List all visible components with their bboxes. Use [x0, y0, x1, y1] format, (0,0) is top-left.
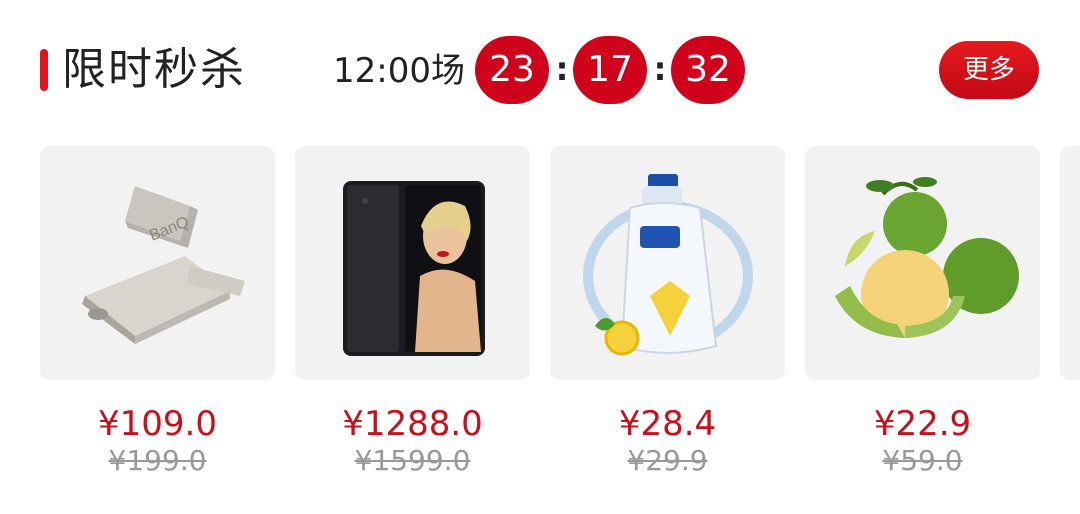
usb-drive-image[interactable]: BanQ [40, 146, 275, 380]
original-price: ¥1599.0 [354, 444, 471, 477]
sale-price: ¥28.4 [618, 404, 717, 444]
sale-price: ¥22.9 [873, 404, 972, 444]
original-price: ¥199.0 [108, 444, 207, 477]
title-accent-bar [40, 49, 48, 91]
section-title: 限时秒杀 [62, 44, 246, 95]
countdown-minutes: 17 [573, 36, 647, 104]
product-card[interactable]: ¥28.4 ¥29.9 [550, 146, 785, 514]
original-price: ¥59.0 [882, 444, 963, 477]
product-card[interactable]: ¥1288.0 ¥1599.0 [295, 146, 530, 514]
original-price: ¥29.9 [627, 444, 708, 477]
body-wash-bottle-image[interactable] [550, 146, 785, 380]
product-card-partial[interactable] [1060, 146, 1080, 514]
more-button[interactable]: 更多 [939, 41, 1039, 99]
sale-price: ¥1288.0 [342, 404, 483, 444]
product-card[interactable]: ¥22.9 ¥59.0 [805, 146, 1040, 514]
smartphone-image[interactable] [295, 146, 530, 380]
countdown-seconds: 32 [671, 36, 745, 104]
session-label: 12:00场 [333, 51, 465, 91]
countdown-hours: 23 [475, 36, 549, 104]
countdown-separator: : [653, 50, 667, 88]
flash-sale-header: 限时秒杀 12:00场 23 : 17 : 32 更多 [0, 0, 1080, 140]
sale-price: ¥109.0 [98, 404, 217, 444]
product-carousel[interactable]: BanQ ¥109.0 ¥199.0 ¥1288.0 ¥1599.0 ¥28.4… [0, 146, 1080, 514]
oranges-image[interactable] [805, 146, 1040, 380]
product-card[interactable]: BanQ ¥109.0 ¥199.0 [40, 146, 275, 514]
countdown-separator: : [555, 50, 569, 88]
product-image-partial[interactable] [1060, 146, 1080, 380]
